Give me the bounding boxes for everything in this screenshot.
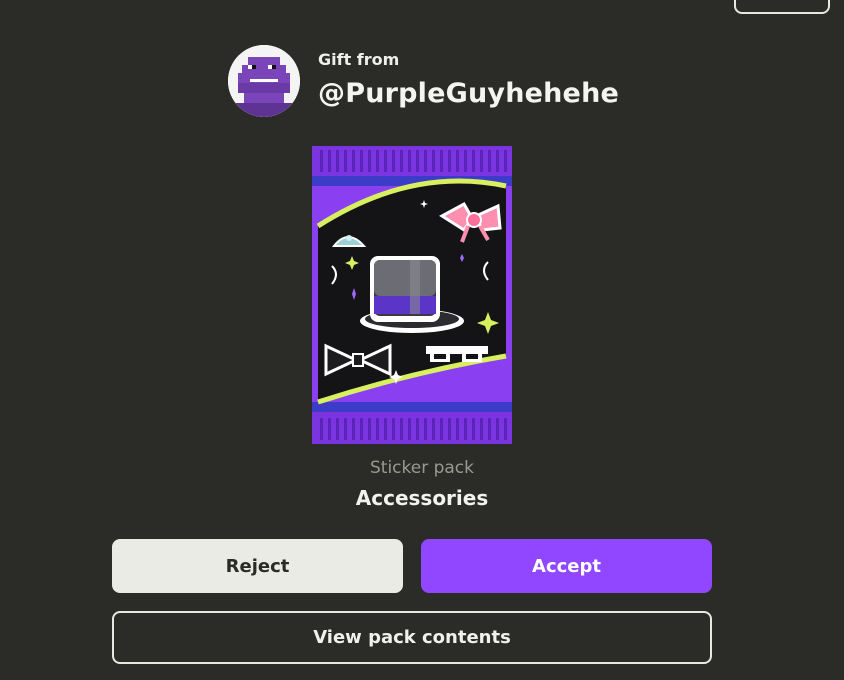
- sticker-pack-image: [312, 146, 512, 444]
- avatar: [228, 45, 300, 117]
- sender-text: Gift from @PurpleGuyhehehe: [318, 50, 619, 112]
- view-pack-contents-button[interactable]: View pack contents: [112, 611, 712, 664]
- purple-guy-avatar-icon: [228, 45, 300, 117]
- gift-dialog: Gift from @PurpleGuyhehehe Sticker pack …: [0, 0, 844, 680]
- sender-username: @PurpleGuyhehehe: [318, 78, 620, 109]
- pack-name: Accessories: [355, 486, 489, 510]
- top-corner-button[interactable]: [734, 0, 830, 14]
- reject-button[interactable]: Reject: [112, 539, 403, 593]
- pack-type-label: Sticker pack: [369, 458, 475, 478]
- accept-button[interactable]: Accept: [421, 539, 712, 593]
- gift-from-label: Gift from: [318, 50, 400, 69]
- gift-sender: Gift from @PurpleGuyhehehe: [228, 45, 619, 117]
